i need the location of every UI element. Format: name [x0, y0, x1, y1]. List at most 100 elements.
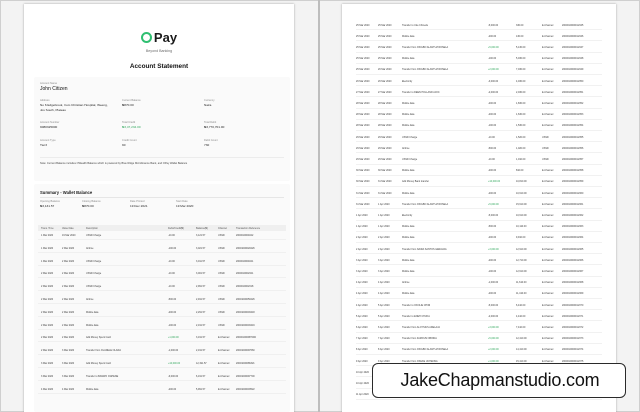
table-cell: 2,030.00 — [516, 90, 526, 94]
table-cell: Mobile data — [402, 292, 415, 296]
table-row: 2 Mar 2020 2 Mar 2020 Mobile data -100.00 2,… — [38, 321, 286, 330]
table-cell: Mobile data — [86, 387, 99, 391]
table-row: 2 Mar 2020 2 Mar 2020 Add Money Spent Card… — [38, 333, 286, 343]
table-cell: USSD — [218, 285, 225, 289]
closing-balance-label: Closing Balance — [82, 200, 101, 203]
table-cell: 3 Mar 2020 — [41, 362, 54, 365]
table-row: 2 Mar 2020 2 Mar 2020 USSD Charge -10.00 2,9… — [38, 282, 286, 292]
table-cell: +5,000.00 — [488, 202, 499, 206]
credit-count-label: Credit Count — [122, 139, 137, 142]
table-cell: 29 Mar 2020 — [356, 146, 370, 150]
table-cell: Transfer from FAMOUS OBINNA — [402, 337, 437, 341]
table-cell: USSD — [218, 323, 225, 327]
table-row: 28 Mar 2020 28 Mar 2020 Mobile data -100.00… — [356, 121, 602, 131]
table-row: 28 Mar 2020 28 Mar 2020 Mobile data -200.00… — [356, 110, 602, 120]
table-cell: 10,110.00 — [516, 225, 527, 229]
statement-page-1[interactable]: Pay Beyond Banking Account Statement Acc… — [24, 4, 294, 412]
table-cell: 2000010002318 — [236, 285, 254, 289]
currency-label: Currency — [204, 99, 215, 102]
table-cell: 9 Apr 2020 — [356, 359, 368, 363]
table-cell: 2000010009012369 — [562, 292, 584, 296]
brand-o-icon — [140, 32, 152, 43]
table-cell: Transfer from OKIGBO ALANTUZ ROSELA — [402, 202, 449, 206]
table-cell: -100.00 — [168, 323, 177, 327]
table-cell: -10.00 — [168, 259, 175, 263]
address-line-1: No 6 Edgebrook, Irom Christian Hospital,… — [40, 103, 108, 107]
account-info-card: Account Name John Citizen Address No 6 E… — [34, 77, 290, 181]
table-cell: USSD — [218, 246, 225, 250]
table-cell: -200.00 — [488, 169, 497, 173]
table-cell: 2000010009012346 — [562, 34, 584, 38]
table-cell: 2000010009012347 — [562, 45, 584, 49]
table-cell: 5 Apr 2020 — [378, 303, 390, 307]
table-cell: Airtime — [402, 146, 410, 150]
col-channel: Channel — [218, 226, 227, 230]
table-cell: 20001000003522 — [236, 387, 255, 391]
table-cell: Transfer to OKOLIE CHIDI — [402, 303, 431, 307]
table-cell: 27 Mar 2020 — [378, 90, 392, 94]
table-cell: 2 Mar 2020 — [62, 336, 75, 340]
table-cell: 810.00 — [516, 169, 524, 173]
table-cell: USSD Charge — [86, 259, 102, 263]
table-cell: USSD Charge — [402, 157, 418, 161]
col-description: Description — [86, 226, 98, 230]
table-cell: 130.00 — [516, 34, 524, 38]
table-row: 30 Mar 2020 30 Mar 2020 Mobile data -200.00… — [356, 166, 602, 176]
table-row: 29 Mar 2020 29 Mar 2020 USSD Charge -10.00 1… — [356, 154, 602, 165]
table-cell: 6,410.00 — [516, 303, 526, 307]
table-cell: 11 Apr 2020 — [356, 393, 369, 397]
table-cell: E-Channel — [542, 113, 554, 117]
table-row: 2 Apr 2020 2 Apr 2020 Mobile data -200.00 9,… — [356, 233, 602, 243]
statement-page-2[interactable]: 25 Mar 2020 25 Mar 2020 Transfer to Ude Ch… — [342, 4, 616, 412]
table-cell: -100.00 — [168, 246, 177, 250]
table-cell: Transfer to Ude Chinedu — [402, 23, 429, 27]
table-cell: Mobile data — [402, 225, 415, 229]
table-cell: Transfer to DEEN HOLLAND AJOC — [402, 90, 440, 94]
opening-balance: ₦3,131.57 — [40, 204, 55, 208]
table-cell: E-Channel — [542, 45, 554, 49]
table-cell: 2,991.57 — [196, 285, 206, 289]
table-row: 1 Mar 2020 2 Mar 2020 Airtime -100.00 3,021.… — [38, 244, 286, 253]
table-cell: 8 Apr 2020 — [356, 348, 368, 352]
table-cell: 2,291.57 — [196, 310, 206, 314]
table-cell: E-Channel — [542, 124, 554, 128]
table-cell: 1 Mar 2020 — [41, 259, 54, 263]
table-cell: 12,910.00 — [516, 247, 527, 251]
table-cell: +1,000.00 — [168, 336, 179, 340]
table-cell: E-Channel — [542, 202, 554, 206]
table-cell: +3,000.00 — [488, 325, 499, 329]
table-cell: E-Channel — [542, 225, 554, 229]
table-cell: 4 Mar 2020 — [41, 387, 54, 391]
table-cell: E-Channel — [542, 236, 554, 240]
brand-logo: Pay Beyond Banking — [24, 30, 294, 53]
table-cell: 2 Mar 2020 — [41, 349, 54, 353]
table-cell: 28 Mar 2020 — [356, 124, 370, 128]
table-cell: 11,610.00 — [516, 281, 527, 285]
table-row: 25 Mar 2020 25 Mar 2020 Transfer from OKIG… — [356, 42, 602, 53]
table-cell: 29 Mar 2020 — [378, 146, 392, 150]
table-cell: Mobile data — [402, 101, 415, 105]
table-row: 4 Mar 2020 4 Mar 2020 Mobile data -200.00 5,… — [38, 385, 286, 394]
table-row: 25 Mar 2020 25 Mar 2020 Transfer to Ude Ch… — [356, 20, 602, 31]
table-cell: 31 Mar 2020 — [356, 191, 370, 195]
table-cell: 2 Mar 2020 — [41, 285, 54, 289]
table-cell: -200.00 — [488, 258, 497, 262]
table-cell: 12,191.57 — [196, 362, 207, 365]
table-cell: 1 Apr 2020 — [356, 213, 368, 217]
table-cell: 2000010009012349 — [562, 68, 584, 72]
table-cell: USSD — [218, 259, 225, 263]
table-row: 3 Apr 2020 3 Apr 2020 Mobile data -100.00 12… — [356, 266, 602, 277]
address-line-2: Jos South, Plateau — [40, 108, 66, 112]
table-cell: -10.00 — [488, 135, 495, 139]
table-cell: USSD — [218, 298, 225, 301]
table-cell: Transfer from OKIGBO ALANTUZ ROSELA — [402, 45, 449, 49]
table-cell: USSD Charge — [402, 135, 418, 139]
table-cell: Mobile data — [402, 191, 415, 195]
table-cell: 2 Mar 2020 — [62, 323, 75, 327]
table-cell: Transfer from OKIGBO ALANTUZ ROSELA — [402, 68, 449, 72]
table-cell: +10,000.00 — [168, 362, 181, 365]
table-row: 5 Apr 2020 5 Apr 2020 Transfer to ENEH CHU… — [356, 311, 602, 322]
table-cell: 8 Apr 2020 — [378, 348, 390, 352]
table-cell: 3,121.57 — [196, 234, 206, 237]
table-cell: 25 Mar 2020 — [356, 45, 370, 49]
